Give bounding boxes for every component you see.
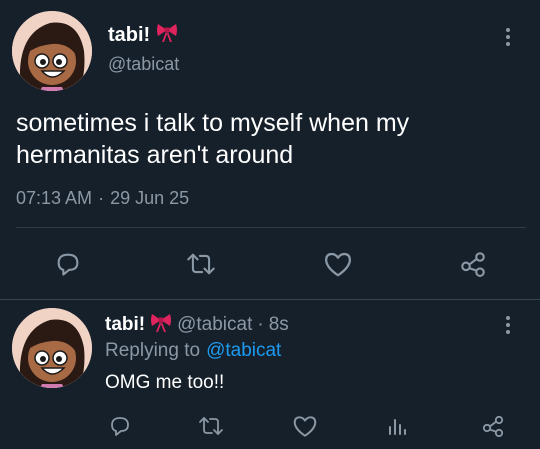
reply-icon[interactable] <box>108 414 132 438</box>
reply-display-name[interactable]: tabi! <box>105 314 145 336</box>
share-icon[interactable] <box>458 250 488 278</box>
tweet-text-line1: sometimes i talk to myself when my <box>16 109 410 137</box>
retweet-icon[interactable] <box>186 250 216 278</box>
bow-icon <box>156 22 178 48</box>
tweet-date: 29 Jun 25 <box>110 188 190 208</box>
replying-to: Replying to @tabicat <box>105 340 281 362</box>
reply-more-options-icon[interactable] <box>506 316 510 334</box>
reply-avatar[interactable] <box>12 308 92 388</box>
tweet-text: sometimes i talk to myself when my herma… <box>16 107 409 171</box>
separator: · <box>257 314 264 335</box>
display-name[interactable]: tabi! <box>108 22 178 48</box>
like-icon[interactable] <box>323 250 353 278</box>
handle[interactable]: @tabicat <box>108 54 179 75</box>
replying-to-label: Replying to <box>105 340 201 361</box>
reply-icon[interactable] <box>54 250 82 278</box>
avatar[interactable] <box>12 11 92 91</box>
reply-handle[interactable]: @tabicat <box>177 314 252 336</box>
share-icon[interactable] <box>480 414 506 438</box>
reply-text: OMG me too!! <box>105 372 225 393</box>
section-divider <box>0 299 540 300</box>
reply-age: 8s <box>268 314 289 335</box>
more-options-icon[interactable] <box>506 28 510 46</box>
reply-header: tabi! @tabicat · 8s <box>105 312 289 338</box>
bow-icon <box>150 312 172 338</box>
timestamp[interactable]: 07:13 AM · 29 Jun 25 <box>16 188 189 209</box>
retweet-icon[interactable] <box>198 414 224 438</box>
replying-to-handle[interactable]: @tabicat <box>206 340 281 362</box>
tweet-time: 07:13 AM <box>16 188 93 208</box>
display-name-text: tabi! <box>108 23 151 46</box>
tweet-text-line2: hermanitas aren't around <box>16 141 294 169</box>
like-icon[interactable] <box>292 414 318 438</box>
separator: · <box>98 188 105 208</box>
divider <box>16 227 526 228</box>
stats-icon[interactable] <box>385 414 409 438</box>
